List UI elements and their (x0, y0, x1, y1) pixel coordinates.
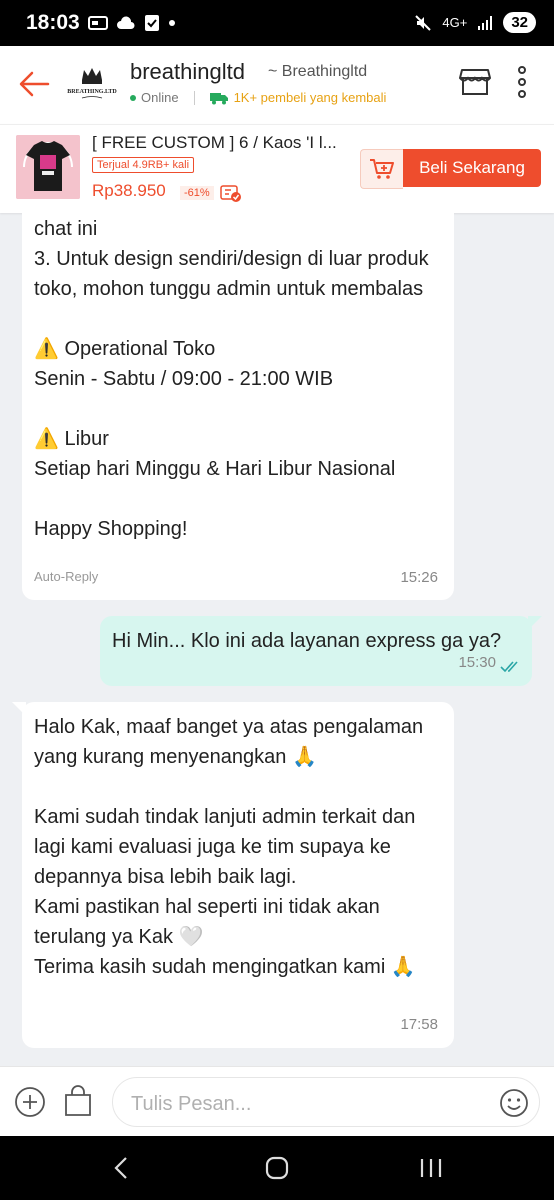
notification-icons (88, 14, 176, 32)
nav-back-icon[interactable] (110, 1156, 134, 1180)
shop-logo[interactable]: BREATHING.LTD (64, 56, 120, 112)
message-input-box[interactable] (112, 1077, 540, 1127)
back-arrow-icon[interactable] (16, 66, 52, 102)
truck-icon (209, 92, 228, 104)
check-box-icon (145, 15, 159, 31)
message-time: 15:26 (400, 569, 438, 586)
returning-buyers-label: 1K+ pembeli yang kembali (233, 90, 387, 105)
shop-logo-text: BREATHING.LTD (67, 89, 117, 95)
shop-name[interactable]: breathingltd (130, 59, 245, 85)
nav-recent-apps-icon[interactable] (418, 1156, 444, 1180)
bubble-tail (12, 702, 26, 716)
system-nav-bar (0, 1136, 554, 1200)
product-title[interactable]: [ FREE CUSTOM ] 6 / Kaos 'I l... (92, 133, 352, 153)
message-text: chat ini 3. Untuk design sendiri/design … (34, 218, 429, 540)
shop-status: Online 1K+ pembeli yang kembali (130, 90, 386, 105)
buy-now-button[interactable]: Beli Sekarang (403, 149, 541, 187)
nav-home-icon[interactable] (264, 1156, 290, 1180)
message-bubble-received: chat ini 3. Untuk design sendiri/design … (22, 204, 454, 600)
network-type: 4G+ (442, 15, 468, 30)
store-icon[interactable] (458, 64, 492, 98)
cart-plus-icon (370, 159, 394, 179)
shopping-bag-icon[interactable] (62, 1084, 94, 1118)
product-thumbnail[interactable] (16, 135, 80, 199)
double-check-icon (500, 661, 518, 673)
signal-icon (478, 15, 493, 30)
status-time: 18:03 (26, 11, 80, 34)
message-bubble-sent: Hi Min... Klo ini ada layanan express ga… (100, 616, 542, 686)
product-discount-badge: -61% (180, 186, 214, 200)
emoji-icon[interactable] (499, 1088, 529, 1118)
shop-handle: ~ Breathingltd (268, 63, 368, 80)
voucher-icon (220, 185, 241, 202)
product-card[interactable]: [ FREE CUSTOM ] 6 / Kaos 'I l... Terjual… (0, 124, 554, 213)
tshirt-image (16, 135, 80, 199)
mute-icon (415, 14, 432, 31)
message-time: 15:30 (458, 654, 496, 671)
card-icon (88, 16, 108, 30)
message-input-bar (0, 1066, 554, 1137)
status-bar: 18:03 4G+ 32 (0, 0, 554, 46)
status-right: 4G+ 32 (414, 12, 536, 33)
plus-circle-icon[interactable] (14, 1086, 46, 1118)
auto-reply-label: Auto-Reply (34, 569, 99, 584)
bubble-tail (528, 616, 542, 630)
cloud-icon (117, 16, 135, 29)
add-to-cart-button[interactable] (360, 149, 403, 189)
product-price: Rp38.950 (92, 181, 166, 200)
returning-buyers: 1K+ pembeli yang kembali (209, 90, 387, 105)
divider (193, 90, 195, 105)
product-sold-badge: Terjual 4.9RB+ kali (92, 157, 195, 173)
online-label: Online (141, 90, 179, 105)
message-input[interactable] (129, 1090, 473, 1118)
more-options-icon[interactable] (512, 64, 532, 100)
dot-icon (169, 20, 175, 26)
battery-indicator: 32 (503, 12, 536, 33)
message-time: 17:58 (400, 1016, 438, 1033)
message-bubble-received: Halo Kak, maaf banget ya atas pengalaman… (12, 702, 454, 1048)
message-text: Halo Kak, maaf banget ya atas pengalaman… (34, 716, 424, 978)
online-dot-icon (130, 94, 136, 101)
chat-header: BREATHING.LTD breathingltd ~ Breathinglt… (0, 46, 554, 124)
